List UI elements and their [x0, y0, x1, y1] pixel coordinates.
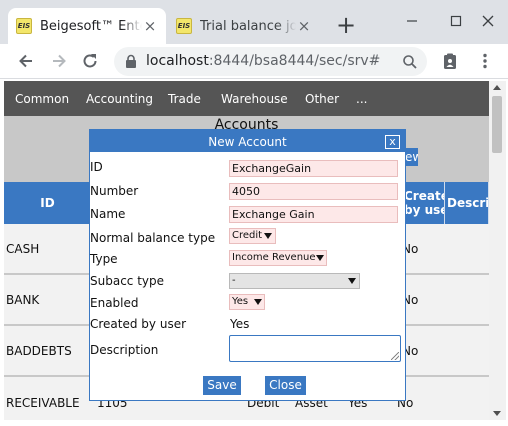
chevron-down-icon: [264, 233, 272, 239]
main-menu-bar: Common Accounting Trade Warehouse Other …: [4, 81, 489, 116]
resize-grip-icon[interactable]: [391, 352, 399, 360]
url-host: localhost: [146, 53, 209, 69]
tab-trial-balance[interactable]: EIS Trial balance journal ×: [168, 8, 320, 44]
type-select[interactable]: Income Revenue: [229, 250, 327, 266]
row-id: RECEIVABLE: [6, 396, 80, 410]
normal-balance-value: Credit: [232, 230, 263, 241]
lock-icon[interactable]: [125, 54, 137, 71]
tab-title: Beigesoft™ Enterprise: [40, 18, 142, 34]
page-scrollbar[interactable]: [489, 81, 506, 420]
url-text: localhost:8444/bsa8444/sec/srv#: [146, 53, 380, 69]
chevron-down-icon: [254, 299, 262, 305]
dialog-title: New Account: [90, 130, 405, 152]
column-header-created-by-user[interactable]: Created by user: [402, 182, 445, 224]
column-header-description[interactable]: Description: [445, 182, 489, 224]
menu-common[interactable]: Common: [15, 92, 69, 106]
menu-other[interactable]: Other: [305, 92, 339, 106]
maximize-icon[interactable]: [442, 8, 470, 32]
name-field[interactable]: Exchange Gain: [229, 206, 398, 223]
address-bar[interactable]: localhost:8444/bsa8444/sec/srv#: [114, 47, 427, 76]
subacc-type-select[interactable]: -: [229, 273, 360, 289]
menu-trade[interactable]: Trade: [168, 92, 201, 106]
label-created-by-user: Created by user: [90, 317, 187, 331]
close-icon[interactable]: ×: [142, 18, 158, 34]
number-field[interactable]: 4050: [229, 183, 398, 200]
tab-strip: EIS Beigesoft™ Enterprise × EIS Trial ba…: [0, 0, 508, 44]
search-icon[interactable]: [402, 54, 418, 73]
tab-beigesoft[interactable]: EIS Beigesoft™ Enterprise ×: [8, 8, 166, 44]
label-name: Name: [90, 207, 126, 221]
description-textarea[interactable]: [229, 335, 401, 362]
menu-more[interactable]: ...: [356, 92, 367, 106]
label-number: Number: [90, 184, 139, 198]
forward-icon[interactable]: [46, 48, 72, 74]
scroll-thumb[interactable]: [492, 96, 502, 153]
column-header-id[interactable]: ID: [4, 182, 92, 224]
eis-favicon-icon: EIS: [16, 18, 32, 34]
enabled-value: Yes: [232, 296, 249, 307]
reload-icon[interactable]: [77, 48, 103, 74]
more-vert-icon[interactable]: [472, 48, 498, 74]
label-type: Type: [90, 252, 118, 266]
save-button[interactable]: Save: [203, 376, 241, 395]
back-icon[interactable]: [13, 48, 39, 74]
minimize-icon[interactable]: [398, 8, 426, 32]
label-id: ID: [90, 160, 103, 174]
new-account-dialog: New Account x ID ExchangeGain Number 405…: [89, 129, 406, 401]
eis-favicon-icon: EIS: [176, 18, 192, 34]
menu-accounting[interactable]: Accounting: [86, 92, 153, 106]
close-button[interactable]: Close: [265, 376, 306, 395]
row-id: BADDEBTS: [6, 344, 72, 358]
url-path: :8444/bsa8444/sec/srv#: [208, 53, 381, 69]
subacc-type-value: -: [232, 275, 236, 286]
scroll-down-icon[interactable]: [493, 411, 501, 416]
enabled-select[interactable]: Yes: [229, 294, 265, 310]
clipboard-icon[interactable]: [437, 48, 463, 74]
chevron-down-icon: [316, 255, 324, 261]
normal-balance-select[interactable]: Credit: [229, 228, 276, 244]
label-enabled: Enabled: [90, 296, 139, 310]
row-id: BANK: [6, 293, 40, 307]
id-field[interactable]: ExchangeGain: [229, 160, 398, 177]
dialog-close-icon[interactable]: x: [385, 135, 400, 149]
chevron-down-icon: [348, 278, 356, 284]
new-tab-icon[interactable]: +: [334, 12, 358, 38]
label-subacc-type: Subacc type: [90, 274, 165, 288]
label-description: Description: [90, 343, 159, 357]
menu-warehouse[interactable]: Warehouse: [221, 92, 288, 106]
window-close-icon[interactable]: [474, 8, 502, 32]
label-normal-balance-type: Normal balance type: [90, 231, 216, 245]
close-icon[interactable]: ×: [296, 18, 312, 34]
row-id: CASH: [6, 242, 40, 256]
browser-toolbar: localhost:8444/bsa8444/sec/srv#: [0, 44, 508, 79]
created-by-user-value: Yes: [230, 317, 250, 331]
type-value: Income Revenue: [232, 252, 316, 263]
tab-title: Trial balance journal: [200, 18, 296, 34]
scroll-up-icon[interactable]: [493, 85, 501, 90]
